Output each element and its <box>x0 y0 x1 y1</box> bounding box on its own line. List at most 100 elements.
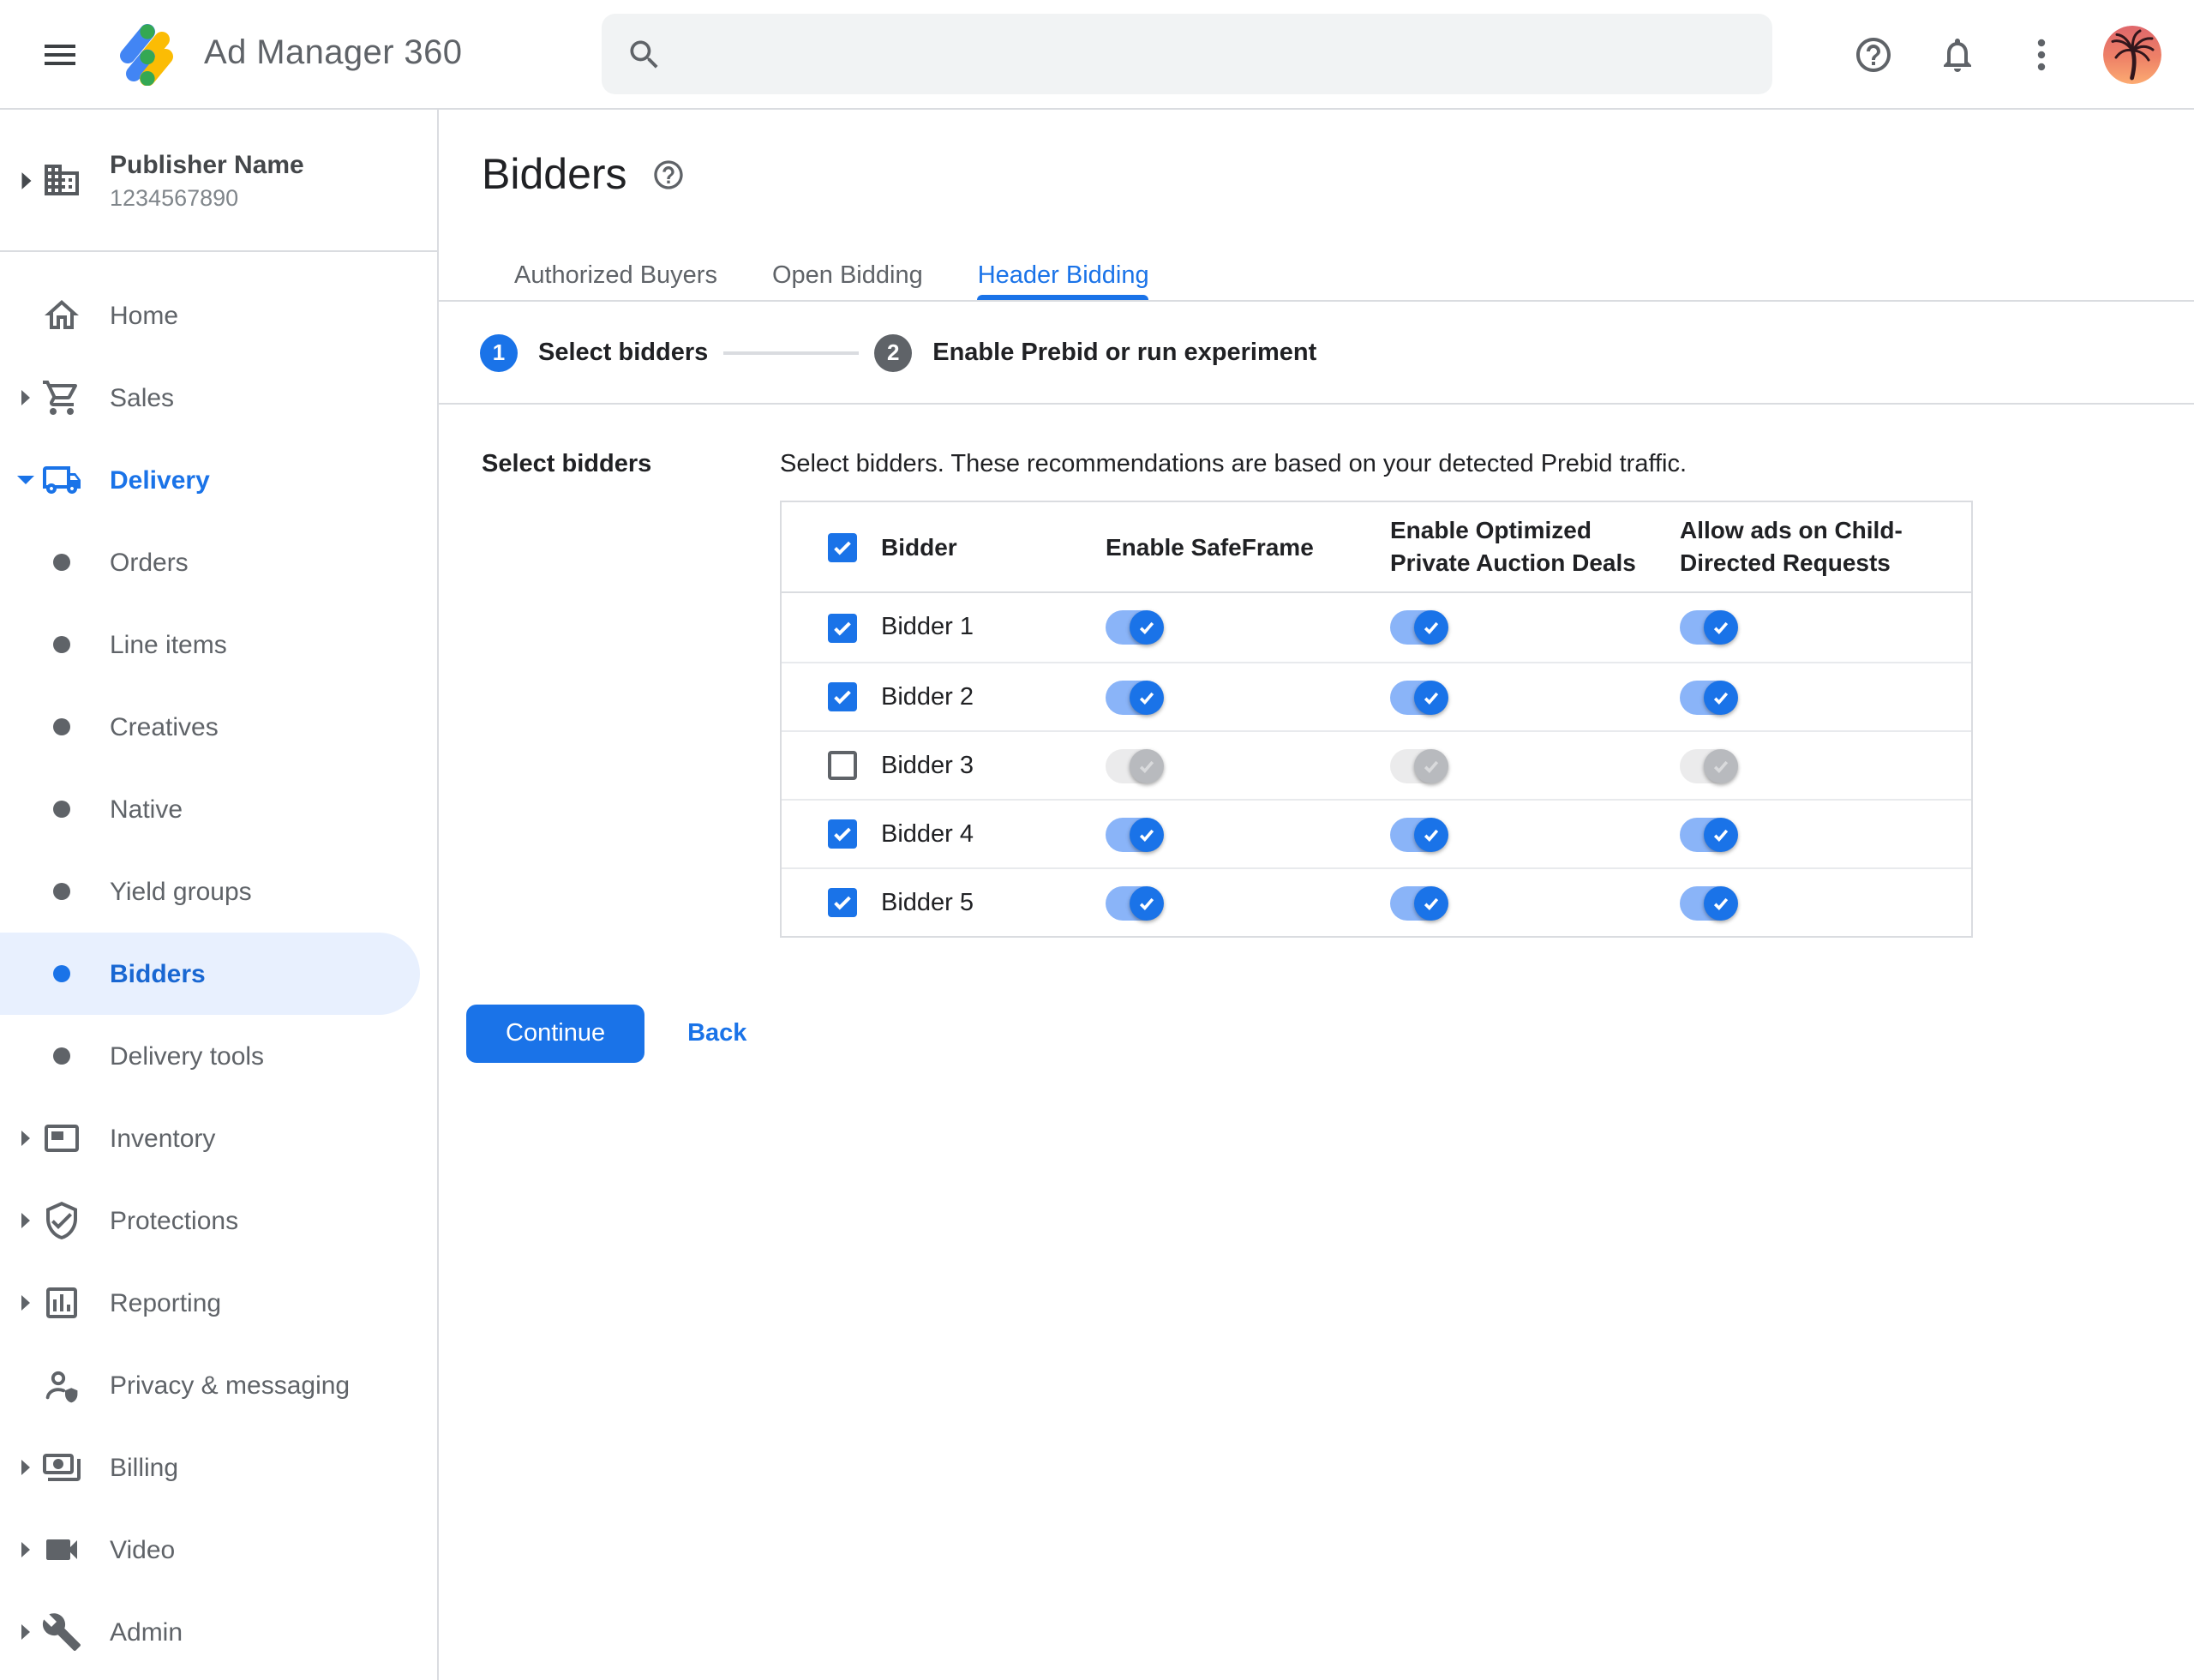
action-bar: Continue Back <box>439 1005 2194 1063</box>
table-row: Bidder 5 <box>782 867 1971 936</box>
check-icon <box>834 621 851 635</box>
notifications-button[interactable] <box>1935 33 1980 77</box>
bullet-icon <box>53 718 70 735</box>
safeframe-toggle[interactable] <box>1106 680 1164 714</box>
payments-icon <box>43 1454 81 1481</box>
sidebar-item-home[interactable]: Home <box>0 274 437 357</box>
sidebar-item-bidders[interactable]: Bidders <box>0 933 420 1015</box>
optimized-deals-toggle[interactable] <box>1390 610 1448 645</box>
check-icon <box>1424 759 1439 773</box>
top-app-bar: Ad Manager 360 <box>0 0 2194 110</box>
title-help-button[interactable] <box>651 157 687 193</box>
check-icon <box>1424 691 1439 705</box>
chevron-right-icon <box>21 1624 30 1640</box>
sidebar-item-protections[interactable]: Protections <box>0 1179 437 1262</box>
main-content: Bidders Authorized Buyers Open Bidding H… <box>439 110 2194 1680</box>
check-icon <box>834 827 851 842</box>
more-vert-icon <box>2037 39 2046 71</box>
row-checkbox[interactable] <box>828 682 857 711</box>
home-icon <box>45 300 79 329</box>
check-icon <box>1713 828 1729 842</box>
table-row: Bidder 1 <box>782 593 1971 662</box>
sidebar-item-native[interactable]: Native <box>0 768 437 850</box>
safeframe-toggle[interactable] <box>1106 748 1164 783</box>
sidebar-item-billing[interactable]: Billing <box>0 1426 437 1509</box>
column-header-safeframe: Enable SafeFrame <box>1106 532 1314 560</box>
optimized-deals-toggle[interactable] <box>1390 748 1448 783</box>
check-icon <box>1713 897 1729 910</box>
tab-authorized-buyers[interactable]: Authorized Buyers <box>487 250 745 300</box>
safeframe-toggle[interactable] <box>1106 817 1164 851</box>
tab-header-bidding[interactable]: Header Bidding <box>950 250 1177 300</box>
ad-manager-app: Ad Manager 360 Publisher Name 1234567890… <box>0 0 2194 1680</box>
child-directed-toggle[interactable] <box>1680 680 1738 714</box>
chevron-right-icon <box>21 390 30 405</box>
sidebar-item-orders[interactable]: Orders <box>0 521 437 603</box>
menu-button[interactable] <box>38 32 82 76</box>
bidder-name: Bidder 2 <box>881 683 974 711</box>
row-checkbox[interactable] <box>828 751 857 780</box>
person-shield-icon <box>45 1371 78 1403</box>
step-2-enable-prebid: 2 Enable Prebid or run experiment <box>874 333 1316 371</box>
check-icon <box>834 690 851 705</box>
brand-home-link[interactable]: Ad Manager 360 <box>120 23 462 85</box>
sidebar-item-yield-groups[interactable]: Yield groups <box>0 850 437 933</box>
help-button[interactable] <box>1851 33 1896 77</box>
step-1-indicator: 1 <box>480 333 518 371</box>
continue-button[interactable]: Continue <box>466 1005 645 1063</box>
bullet-icon <box>53 1047 70 1065</box>
bullet-icon <box>53 554 70 571</box>
optimized-deals-toggle[interactable] <box>1390 817 1448 851</box>
child-directed-toggle[interactable] <box>1680 748 1738 783</box>
back-button[interactable]: Back <box>687 1020 746 1047</box>
sidebar-item-sales[interactable]: Sales <box>0 357 437 439</box>
sidebar-item-reporting[interactable]: Reporting <box>0 1262 437 1344</box>
sidebar-item-admin[interactable]: Admin <box>0 1591 437 1673</box>
sidebar-nav: Home Sales Delivery Orders Line items Cr… <box>0 252 437 1673</box>
chevron-right-icon <box>21 171 31 189</box>
check-icon <box>1139 897 1154 910</box>
sidebar-item-delivery[interactable]: Delivery <box>0 439 437 521</box>
chevron-right-icon <box>21 1213 30 1228</box>
chevron-down-icon <box>17 476 34 484</box>
top-actions <box>1851 0 2161 110</box>
tab-open-bidding[interactable]: Open Bidding <box>745 250 950 300</box>
sidebar-item-privacy-messaging[interactable]: Privacy & messaging <box>0 1344 437 1426</box>
sidebar-item-video[interactable]: Video <box>0 1509 437 1591</box>
child-directed-toggle[interactable] <box>1680 817 1738 851</box>
ad-unit-icon <box>45 1125 79 1152</box>
help-icon <box>654 160 684 189</box>
sidebar-item-inventory[interactable]: Inventory <box>0 1097 437 1179</box>
optimized-deals-toggle[interactable] <box>1390 885 1448 920</box>
wrench-icon <box>42 1613 81 1651</box>
check-icon <box>834 540 851 555</box>
row-checkbox[interactable] <box>828 613 857 642</box>
table-row: Bidder 3 <box>782 730 1971 799</box>
child-directed-toggle[interactable] <box>1680 885 1738 920</box>
sidebar-item-creatives[interactable]: Creatives <box>0 686 437 768</box>
bidder-name: Bidder 5 <box>881 889 974 916</box>
safeframe-toggle[interactable] <box>1106 885 1164 920</box>
tab-bar: Authorized Buyers Open Bidding Header Bi… <box>439 250 2194 302</box>
table-row: Bidder 2 <box>782 662 1971 730</box>
truck-icon <box>43 466 81 494</box>
search-input[interactable] <box>663 14 1772 94</box>
more-options-button[interactable] <box>2019 33 2064 77</box>
chevron-right-icon <box>21 1295 30 1311</box>
safeframe-toggle[interactable] <box>1106 610 1164 645</box>
publisher-switcher[interactable]: Publisher Name 1234567890 <box>0 110 437 252</box>
search-bar[interactable] <box>602 14 1772 94</box>
sidebar-item-line-items[interactable]: Line items <box>0 603 437 686</box>
child-directed-toggle[interactable] <box>1680 610 1738 645</box>
optimized-deals-toggle[interactable] <box>1390 680 1448 714</box>
search-icon <box>630 39 658 68</box>
select-all-checkbox[interactable] <box>828 532 857 561</box>
stepper: 1 Select bidders 2 Enable Prebid or run … <box>439 302 2194 405</box>
avatar[interactable] <box>2103 26 2161 84</box>
page-title: Bidders <box>482 151 627 199</box>
bidder-name: Bidder 4 <box>881 820 974 848</box>
row-checkbox[interactable] <box>828 819 857 849</box>
sidebar-item-delivery-tools[interactable]: Delivery tools <box>0 1015 437 1097</box>
cart-icon <box>43 381 78 415</box>
row-checkbox[interactable] <box>828 888 857 917</box>
